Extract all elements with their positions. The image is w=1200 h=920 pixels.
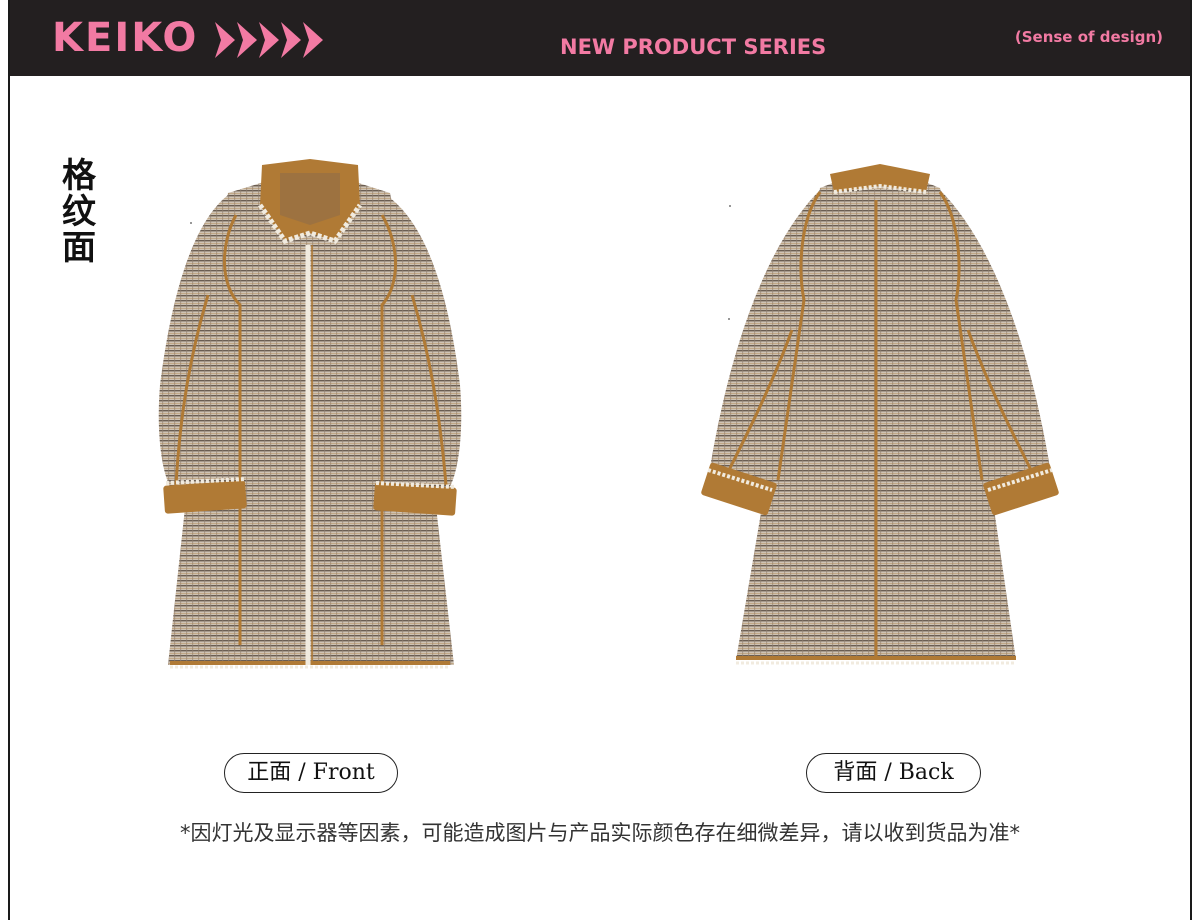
back-view-label: 背面 / Back [806,753,981,793]
brand-logo: KEIKO [52,15,199,61]
side-label-char-2: 纹 [62,192,96,232]
color-disclaimer: *因灯光及显示器等因素，可能造成图片与产品实际颜色存在细微差异，请以收到货品为准… [180,821,1020,845]
front-view-label: 正面 / Front [224,753,398,793]
coat-front-image [158,159,462,669]
series-title: NEW PRODUCT SERIES [560,35,827,59]
side-vertical-label: 格 纹 面 [60,158,98,266]
side-label-char-3: 面 [62,228,96,268]
coat-back-image [701,164,1059,665]
side-label-char-1: 格 [62,156,96,196]
five-pink-arrows-icon [215,22,323,58]
tagline: (Sense of design) [1014,28,1163,46]
